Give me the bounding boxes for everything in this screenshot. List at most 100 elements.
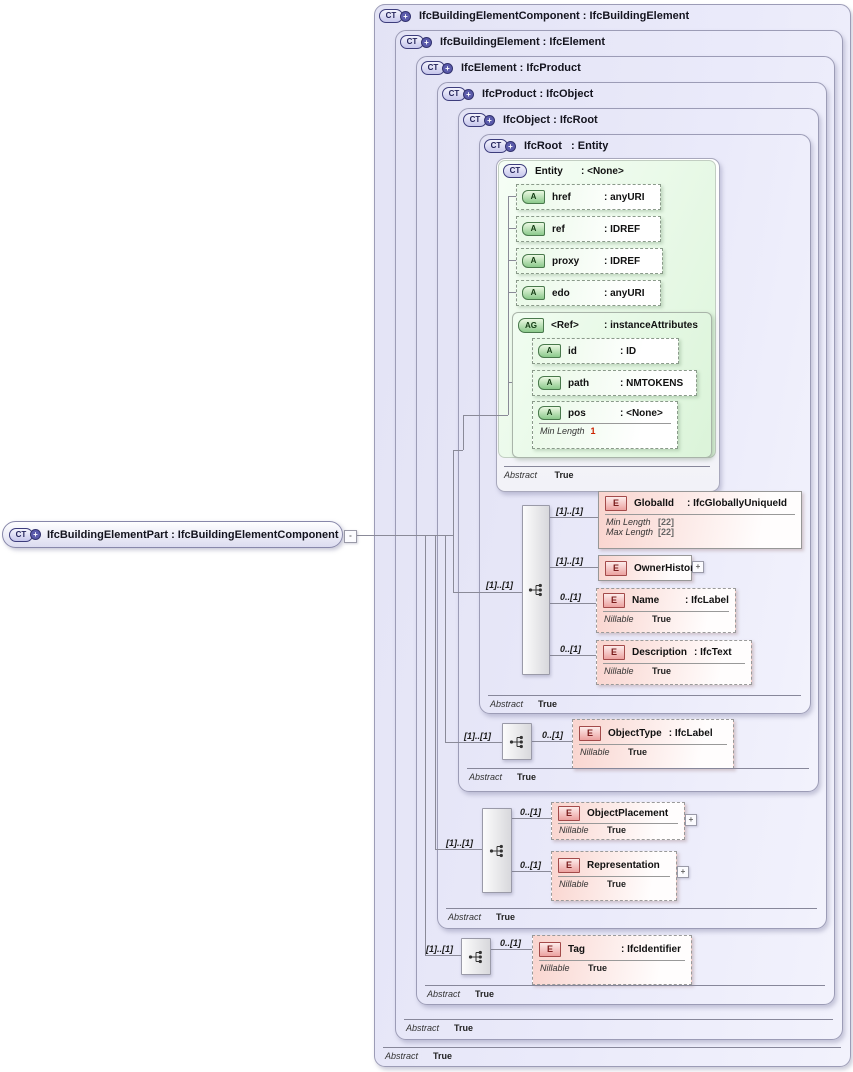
attribute-name: ref — [552, 224, 597, 235]
main-element-ifcbuildingelementpart[interactable]: CT+ IfcBuildingElementPart : IfcBuilding… — [2, 521, 343, 548]
attribute-edo[interactable]: A edo : anyURI — [516, 280, 661, 306]
connector-line — [548, 603, 596, 604]
abstract-fact-ifcbuildingelement: AbstractTrue — [406, 1023, 473, 1033]
element-name: Representation — [587, 860, 660, 871]
element-objecttype[interactable]: EObjectType: IfcLabel NillableTrue — [572, 719, 734, 769]
fact-minlength: Min Length 1 — [533, 426, 677, 436]
collapse-button[interactable]: - — [344, 530, 357, 543]
connector-line — [510, 871, 551, 872]
element-ownerhistory[interactable]: EOwnerHistory — [598, 555, 692, 581]
header-label: IfcBuildingElement : IfcElement — [440, 36, 605, 48]
fact-value: True — [538, 699, 557, 709]
group-type: : instanceAttributes — [604, 320, 698, 331]
attribute-icon: A — [522, 286, 545, 300]
connector-line — [453, 450, 454, 592]
divider — [425, 985, 825, 986]
fact-label: Abstract — [490, 699, 538, 709]
connector-line — [453, 592, 522, 593]
abstract-fact-ifcbuildingelementcomponent: AbstractTrue — [385, 1051, 452, 1061]
entity-abstract-fact: Abstract True — [504, 470, 574, 480]
connector-line — [508, 260, 516, 261]
element-type: : IfcIdentifier — [621, 944, 681, 955]
entity-type: : <None> — [581, 166, 624, 177]
element-objectplacement[interactable]: EObjectPlacement NillableTrue — [551, 802, 685, 840]
header-label: IfcElement : IfcProduct — [461, 62, 581, 74]
complextype-icon: CT+ — [442, 87, 474, 101]
attribute-pos[interactable]: A pos : <None> Min Length 1 — [532, 401, 678, 449]
element-representation[interactable]: ERepresentation NillableTrue — [551, 851, 677, 901]
divider — [467, 768, 809, 769]
fact-label: Nillable — [604, 666, 652, 676]
connector-line — [490, 949, 532, 950]
element-type: : IfcLabel — [685, 595, 729, 606]
attribute-ref[interactable]: A ref : IDREF — [516, 216, 661, 242]
header-ifcproduct: CT+ IfcProduct : IfcObject — [442, 86, 593, 102]
divider — [558, 823, 678, 824]
plus-glyph: + — [442, 63, 453, 74]
attribute-path[interactable]: A path : NMTOKENS — [532, 370, 697, 396]
sequence-icon-ifcobject[interactable] — [502, 723, 532, 760]
attribute-id[interactable]: A id : ID — [532, 338, 679, 364]
cardinality-label: [1]..[1] — [556, 556, 583, 566]
connector-line — [548, 567, 598, 568]
element-name: ObjectType — [608, 728, 662, 739]
element-name: GlobalId — [634, 498, 680, 509]
connector-line — [548, 517, 598, 518]
cardinality-label: [1]..[1] — [426, 944, 453, 954]
fact-nillable: NillableTrue — [533, 963, 691, 973]
attribute-icon: A — [538, 406, 561, 420]
attribute-type: : IDREF — [604, 256, 640, 267]
divider — [579, 744, 727, 745]
connector-line — [425, 955, 461, 956]
plus-glyph: + — [400, 11, 411, 22]
sequence-icon-ifcelement[interactable] — [461, 938, 491, 975]
header-label: IfcObject : IfcRoot — [503, 114, 598, 126]
fact-value: True — [628, 747, 647, 757]
expand-button[interactable]: + — [692, 561, 704, 573]
fact-value: 1 — [591, 426, 596, 436]
element-icon: E — [605, 496, 627, 511]
attribute-href[interactable]: A href : anyURI — [516, 184, 661, 210]
divider — [603, 663, 745, 664]
sequence-icon-ifcroot[interactable] — [522, 505, 550, 675]
attribute-name: pos — [568, 408, 613, 419]
fact-label: Abstract — [385, 1051, 433, 1061]
fact-value: True — [433, 1051, 452, 1061]
fact-value: True — [475, 989, 494, 999]
group-name: <Ref> — [551, 320, 597, 331]
divider — [558, 876, 670, 877]
sequence-glyph-icon — [528, 583, 544, 597]
expand-button[interactable]: + — [677, 866, 689, 878]
divider — [605, 514, 795, 515]
connector-line — [548, 655, 596, 656]
element-globalid[interactable]: EGlobalId: IfcGloballyUniqueId Min Lengt… — [598, 491, 802, 549]
abstract-fact-ifcobject: AbstractTrue — [469, 772, 536, 782]
complextype-icon: CT+ — [379, 9, 411, 23]
fact-label: Nillable — [540, 963, 588, 973]
header-entity: CT Entity: <None> — [503, 163, 624, 179]
header-label: IfcProduct : IfcObject — [482, 88, 593, 100]
connector-line — [508, 228, 516, 229]
connector-line — [356, 535, 453, 536]
attribute-name: path — [568, 378, 613, 389]
divider — [603, 611, 729, 612]
fact-label: Nillable — [580, 747, 628, 757]
attribute-proxy[interactable]: A proxy : IDREF — [516, 248, 663, 274]
element-name-ifclabel[interactable]: EName: IfcLabel NillableTrue — [596, 588, 736, 633]
header-label: IfcBuildingElementComponent : IfcBuildin… — [419, 10, 689, 22]
sequence-icon-ifcproduct[interactable] — [482, 808, 512, 893]
sequence-glyph-icon — [509, 735, 525, 749]
connector-line — [425, 535, 426, 955]
element-type: : IfcText — [694, 647, 732, 658]
fact-value: True — [652, 666, 671, 676]
fact-label: Nillable — [559, 825, 607, 835]
element-tag[interactable]: ETag: IfcIdentifier NillableTrue — [532, 935, 692, 985]
element-name: ObjectPlacement — [587, 808, 668, 819]
fact-minlength: Min Length[22] — [599, 517, 801, 527]
element-description[interactable]: EDescription: IfcText NillableTrue — [596, 640, 752, 685]
header-attribute-group: AG <Ref> : instanceAttributes — [518, 317, 698, 333]
fact-value: [22] — [658, 517, 674, 527]
connector-line — [453, 450, 463, 451]
cardinality-label: 0..[1] — [560, 644, 581, 654]
expand-button[interactable]: + — [685, 814, 697, 826]
